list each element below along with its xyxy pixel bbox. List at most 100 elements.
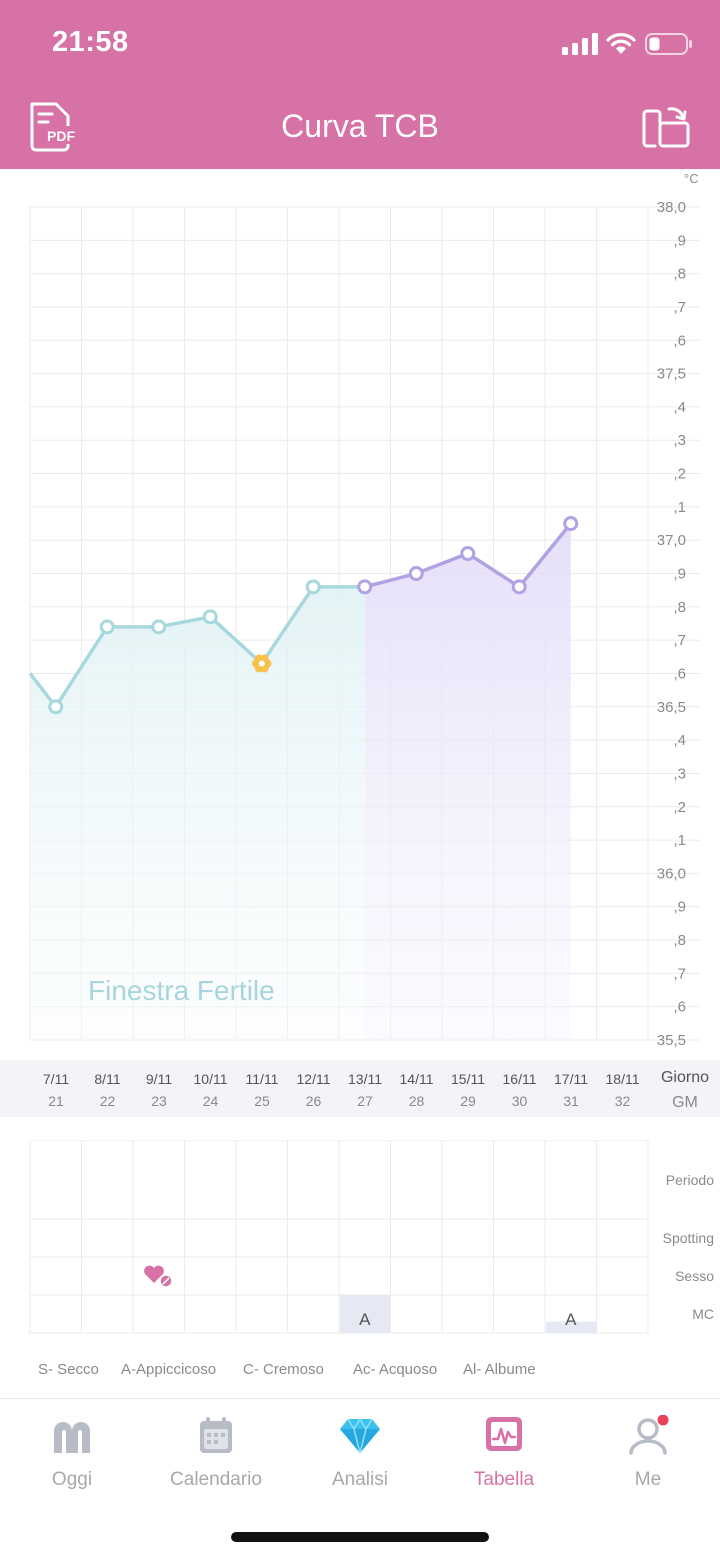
y-tick-label: ,7 [673, 299, 686, 316]
data-point[interactable] [48, 699, 64, 715]
home-indicator [231, 1532, 489, 1542]
page-title: Curva TCB [281, 108, 439, 144]
tab-analisi[interactable]: Analisi [288, 1399, 432, 1509]
date-label: 12/11 [296, 1071, 331, 1087]
date-label: 14/11 [399, 1071, 434, 1087]
chart-icon [486, 1417, 522, 1451]
data-point[interactable] [357, 579, 373, 595]
legend-item: S- Secco [38, 1361, 99, 1378]
cycle-day-label: 26 [305, 1093, 322, 1109]
tab-oggi-label: Oggi [51, 1469, 93, 1490]
tcb-chart[interactable]: 38,0 ,9 ,8 ,7 ,6 37,5 ,4 ,3 ,2 ,1 37,0 ,9 ,8 ,7 ,6 36,5… [0, 169, 720, 1059]
tab-me-label: Me [634, 1469, 662, 1490]
tracking-row-label: Spotting [662, 1230, 714, 1246]
y-tick-label: ,6 [673, 999, 686, 1016]
date-label: 11/11 [245, 1071, 279, 1087]
tab-analisi-label: Analisi [332, 1469, 388, 1490]
cycle-day-label: 24 [202, 1093, 219, 1109]
date-label: 9/11 [145, 1071, 173, 1087]
status-time: 21:58 [52, 26, 129, 58]
y-tick-label: ,8 [673, 266, 686, 283]
date-label: 16/11 [502, 1071, 537, 1087]
mc-value[interactable]: A [339, 1310, 391, 1330]
data-point[interactable] [202, 609, 218, 625]
y-tick-label: ,4 [673, 732, 686, 749]
date-label: 18/11 [605, 1071, 640, 1087]
tracking-row-label: Sesso [675, 1268, 714, 1284]
cycle-day-label: 28 [408, 1093, 425, 1109]
cycle-day-label: 31 [563, 1093, 579, 1109]
rotate-landscape-button[interactable] [641, 105, 691, 149]
legend-item: Al- Albume [463, 1361, 536, 1378]
cycle-day-label: 30 [511, 1093, 528, 1109]
legend-item: Ac- Acquoso [353, 1361, 438, 1378]
data-point[interactable] [408, 566, 424, 582]
y-tick-label: 37,5 [657, 366, 686, 383]
y-tick-label: ,9 [673, 566, 686, 583]
dates-band: Giorno GM 7/11 21 8/11 22 9/11 23 10/11 24 11/11… [0, 1060, 720, 1117]
y-tick-label: ,3 [673, 765, 686, 782]
tab-oggi[interactable]: Oggi [0, 1399, 144, 1509]
data-point[interactable] [460, 546, 476, 562]
battery-icon [645, 33, 692, 55]
unit-label: °C [684, 171, 699, 186]
tab-calendario[interactable]: Calendario [144, 1399, 288, 1509]
date-label: 17/11 [554, 1071, 588, 1087]
date-label: 15/11 [451, 1071, 485, 1087]
cycle-day-label: 23 [151, 1093, 167, 1109]
mc-value[interactable]: A [545, 1310, 597, 1330]
y-tick-label: ,8 [673, 599, 686, 616]
cycle-day-label: 27 [357, 1093, 373, 1109]
data-point[interactable] [99, 619, 115, 635]
tracking-row-label: MC [692, 1306, 714, 1322]
notification-badge [657, 1415, 669, 1426]
y-tick-label: ,1 [673, 832, 686, 849]
cycle-day-label: 32 [614, 1093, 631, 1109]
y-tick-label: ,6 [673, 332, 686, 349]
y-tick-label: ,4 [673, 399, 686, 416]
tab-tabella-label: Tabella [473, 1469, 535, 1490]
wifi-icon [606, 33, 636, 54]
date-label: 7/11 [42, 1071, 70, 1087]
tab-me[interactable]: Me [576, 1399, 720, 1509]
arch-icon [54, 1422, 90, 1453]
follicular-area [30, 586, 365, 1040]
profile-icon [629, 1415, 669, 1455]
cycle-day-label: 22 [99, 1093, 116, 1109]
day-axis-label: Giorno [660, 1069, 710, 1086]
y-tick-label: ,9 [673, 232, 686, 249]
y-tick-label: ,7 [673, 965, 686, 982]
cellular-signal-icon [562, 33, 598, 55]
data-point[interactable] [511, 579, 527, 595]
y-tick-label: 37,0 [657, 532, 686, 549]
luteal-area [364, 523, 571, 1040]
cycle-day-axis-label: GM [672, 1094, 698, 1111]
y-tick-label: 38,0 [657, 199, 686, 216]
y-tick-label: ,1 [673, 499, 686, 516]
tracking-row-label: Periodo [665, 1172, 714, 1188]
rotate-screen-icon [642, 107, 690, 148]
y-tick-label: 36,5 [657, 699, 686, 716]
y-tick-label: ,3 [673, 432, 686, 449]
heart-with-protection-icon[interactable] [144, 1265, 173, 1288]
data-point[interactable] [151, 619, 167, 635]
tcb-chart-area[interactable]: 38,0 ,9 ,8 ,7 ,6 37,5 ,4 ,3 ,2 ,1 37,0 ,9 ,8 ,7 ,6 36,5… [0, 169, 720, 1059]
y-tick-label: ,9 [673, 899, 686, 916]
tab-tabella[interactable]: Tabella [432, 1399, 576, 1509]
y-tick-label: ,2 [673, 799, 686, 816]
y-tick-label: ,6 [673, 665, 686, 682]
fertile-window-label: Finestra Fertile [88, 975, 275, 1006]
y-tick-label: 36,0 [657, 865, 686, 882]
date-label: 10/11 [193, 1071, 228, 1087]
date-label: 8/11 [94, 1071, 121, 1087]
y-tick-label: ,2 [673, 466, 686, 483]
cycle-day-label: 25 [254, 1093, 270, 1109]
y-tick-label: ,8 [673, 932, 686, 949]
legend-item: C- Cremoso [243, 1361, 324, 1378]
data-point[interactable] [305, 579, 321, 595]
diamond-icon [340, 1417, 380, 1454]
tab-calendario-label: Calendario [170, 1469, 262, 1490]
data-point[interactable] [563, 516, 579, 532]
legend-item: A-Appiccicoso [121, 1361, 217, 1378]
cycle-day-label: 21 [48, 1093, 64, 1109]
